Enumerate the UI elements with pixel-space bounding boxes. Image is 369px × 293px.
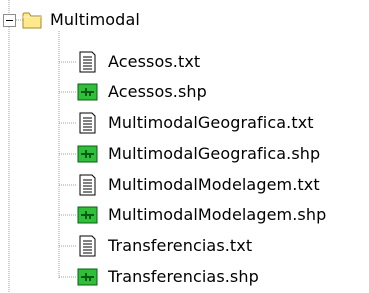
file-label: MultimodalModelagem.shp — [108, 205, 327, 224]
file-label: Transferencias.shp — [108, 267, 259, 286]
file-label: Transferencias.txt — [108, 236, 253, 255]
file-label: Acessos.shp — [108, 82, 207, 101]
shapefile-icon — [77, 268, 98, 286]
tree-node-multimodalmodelagem-txt[interactable]: MultimodalModelagem.txt — [77, 171, 320, 199]
tree-node-transferencias-txt[interactable]: Transferencias.txt — [77, 232, 252, 260]
minus-expander-icon[interactable] — [3, 13, 16, 27]
tree-node-multimodalgeografica-txt[interactable]: MultimodalGeografica.txt — [77, 109, 314, 137]
text-file-icon — [79, 112, 96, 134]
tree-node-multimodalmodelagem-shp[interactable]: MultimodalModelagem.shp — [77, 201, 326, 229]
shapefile-icon — [77, 206, 98, 224]
file-label: MultimodalGeografica.txt — [108, 113, 314, 132]
tree-node-multimodalgeografica-shp[interactable]: MultimodalGeografica.shp — [77, 140, 320, 168]
shapefile-icon — [77, 145, 98, 163]
tree-node-acessos-txt[interactable]: Acessos.txt — [77, 48, 200, 76]
tree-node-multimodal[interactable]: Multimodal — [3, 6, 140, 34]
text-file-icon — [79, 174, 96, 196]
folder-label: Multimodal — [50, 10, 140, 29]
text-file-icon — [79, 235, 96, 257]
text-file-icon — [79, 51, 96, 73]
shapefile-icon — [77, 83, 98, 101]
file-tree: Multimodal Acessos.txt Acessos.shp Multi… — [0, 0, 369, 293]
file-label: MultimodalModelagem.txt — [108, 175, 320, 194]
tree-node-transferencias-shp[interactable]: Transferencias.shp — [77, 263, 259, 291]
file-label: Acessos.txt — [108, 52, 201, 71]
file-label: MultimodalGeografica.shp — [108, 144, 321, 163]
tree-node-acessos-shp[interactable]: Acessos.shp — [77, 78, 207, 106]
folder-icon — [22, 12, 42, 29]
